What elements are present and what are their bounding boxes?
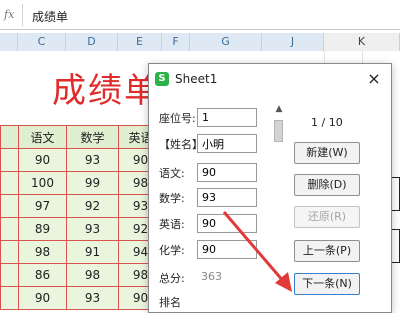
- restore-button[interactable]: 还原(R): [294, 206, 360, 228]
- column-header-j[interactable]: J: [262, 33, 324, 51]
- table-row: 100 99 98: [0, 171, 163, 195]
- table-cell[interactable]: 98: [66, 263, 119, 287]
- field-label-math: 数学:: [159, 192, 185, 205]
- fx-icon[interactable]: fx: [4, 8, 14, 21]
- table-header-cell[interactable]: 数学: [66, 125, 119, 149]
- table-cell[interactable]: [0, 263, 19, 287]
- table-cell[interactable]: 92: [66, 194, 119, 218]
- field-label-seat: 座位号:: [159, 112, 196, 125]
- delete-record-button[interactable]: 删除(D): [294, 174, 360, 196]
- formula-separator: [22, 4, 23, 26]
- table-row: 90 93 90: [0, 286, 163, 310]
- table-cell[interactable]: 99: [66, 171, 119, 195]
- field-label-chemistry: 化学:: [159, 244, 185, 257]
- scroll-up-icon[interactable]: ▲: [273, 104, 285, 114]
- table-cell[interactable]: [0, 240, 19, 264]
- table-cell[interactable]: 90: [18, 148, 67, 172]
- column-header-partial[interactable]: [0, 33, 18, 51]
- table-cell[interactable]: 86: [18, 263, 67, 287]
- column-header-c[interactable]: C: [18, 33, 66, 51]
- table-cell[interactable]: 93: [66, 217, 119, 241]
- column-headers: C D E F G J K: [0, 33, 400, 51]
- table-cell[interactable]: [0, 125, 19, 149]
- scroll-thumb[interactable]: [274, 120, 283, 142]
- table-cell[interactable]: [0, 148, 19, 172]
- record-counter: 1 / 10: [311, 116, 343, 129]
- chemistry-score-field[interactable]: [197, 240, 257, 259]
- table-cell[interactable]: [0, 171, 19, 195]
- table-row: 98 91 94: [0, 240, 163, 264]
- english-score-field[interactable]: [197, 214, 257, 233]
- table-cell[interactable]: 93: [66, 148, 119, 172]
- previous-record-button[interactable]: 上一条(P): [294, 240, 360, 262]
- table-cell[interactable]: [0, 217, 19, 241]
- total-score-value: 363: [201, 270, 222, 283]
- chinese-score-field[interactable]: [197, 163, 257, 182]
- table-cell[interactable]: 91: [66, 240, 119, 264]
- table-cell[interactable]: 89: [18, 217, 67, 241]
- table-cell[interactable]: 97: [18, 194, 67, 218]
- column-header-e[interactable]: E: [118, 33, 162, 51]
- table-row: 89 93 92: [0, 217, 163, 241]
- seat-number-field[interactable]: [197, 108, 257, 127]
- record-scrollbar[interactable]: ▲: [273, 104, 285, 304]
- math-score-field[interactable]: [197, 188, 257, 207]
- dialog-titlebar[interactable]: S Sheet1 ×: [149, 64, 391, 94]
- table-cell[interactable]: 98: [18, 240, 67, 264]
- table-cell[interactable]: 93: [66, 286, 119, 310]
- score-table: 语文 数学 英语 90 93 90 100 99 98 97 92 93 89 …: [0, 125, 163, 310]
- field-label-rank: 排名: [159, 296, 181, 309]
- data-form-dialog: S Sheet1 × 座位号: 【姓名】: 语文: 数学: 英语: 化学: 总分…: [148, 63, 392, 313]
- field-label-english: 英语:: [159, 218, 185, 231]
- table-row: 86 98 98: [0, 263, 163, 287]
- new-record-button[interactable]: 新建(W): [294, 142, 360, 164]
- table-row: 90 93 90: [0, 148, 163, 172]
- table-cell[interactable]: [0, 286, 19, 310]
- sheet-title[interactable]: 成绩单: [52, 63, 160, 112]
- field-label-chinese: 语文:: [159, 167, 185, 180]
- spreadsheet-app-icon: S: [155, 72, 169, 86]
- column-header-k[interactable]: K: [324, 33, 400, 51]
- column-header-f[interactable]: F: [162, 33, 190, 51]
- table-row: 97 92 93: [0, 194, 163, 218]
- column-header-g[interactable]: G: [190, 33, 262, 51]
- formula-input[interactable]: 成绩单: [32, 8, 68, 25]
- table-header-cell[interactable]: 语文: [18, 125, 67, 149]
- formula-bar: fx 成绩单: [0, 0, 400, 30]
- dialog-title: Sheet1: [175, 72, 218, 86]
- table-cell[interactable]: 100: [18, 171, 67, 195]
- name-field[interactable]: [197, 134, 257, 153]
- table-cell[interactable]: 90: [18, 286, 67, 310]
- table-cell[interactable]: [0, 194, 19, 218]
- field-label-total: 总分:: [159, 272, 185, 285]
- table-header-row: 语文 数学 英语: [0, 125, 163, 149]
- next-record-button[interactable]: 下一条(N): [294, 273, 360, 295]
- close-button[interactable]: ×: [363, 68, 385, 90]
- column-header-d[interactable]: D: [66, 33, 118, 51]
